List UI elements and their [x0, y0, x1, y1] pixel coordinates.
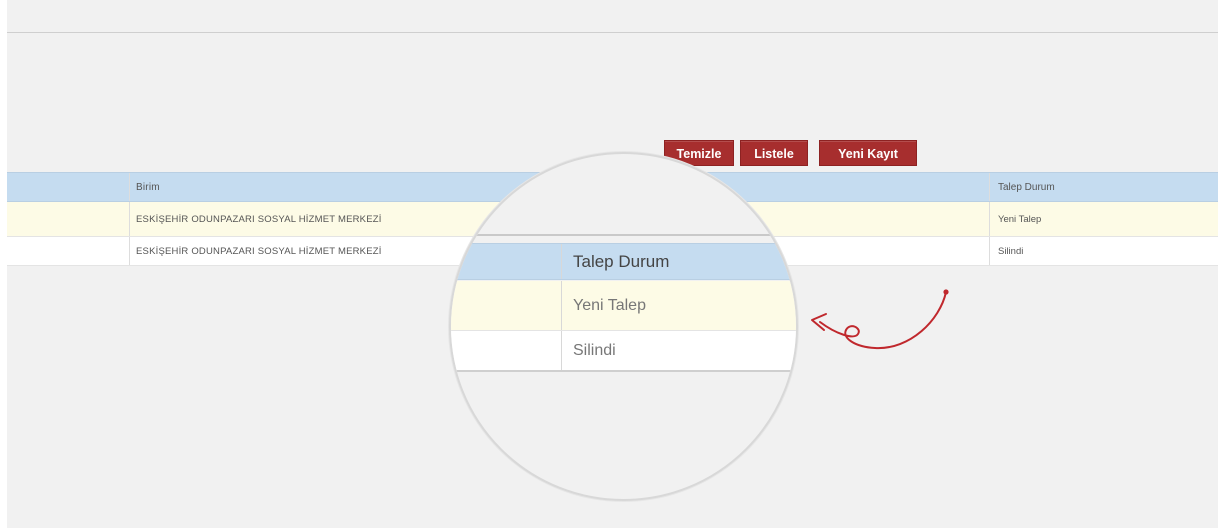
zoom-left-cell: [451, 244, 562, 279]
zoom-value-silindi: Silindi: [573, 341, 616, 359]
zoom-header-row: Talep Durum: [451, 243, 796, 280]
column-header-talep-durum[interactable]: Talep Durum: [990, 173, 1218, 201]
zoom-row: Yeni Talep: [451, 281, 796, 331]
row-cell-blank: [7, 202, 130, 236]
zoom-divider: [451, 234, 796, 236]
new-record-button[interactable]: Yeni Kayıt: [819, 140, 917, 166]
zoom-header-label: Talep Durum: [573, 251, 670, 271]
row-cell-blank: [7, 237, 130, 265]
row-durum: Yeni Talep: [998, 213, 1042, 225]
zoom-row: Silindi: [451, 331, 796, 372]
row-durum: Silindi: [998, 245, 1024, 257]
left-edge: [0, 0, 7, 528]
zoom-value-yeni-talep: Yeni Talep: [573, 296, 646, 314]
zoom-magnifier: Talep Durum Yeni Talep Silindi: [449, 152, 798, 501]
header-cell-blank: [7, 173, 130, 201]
annotation-arrow-icon: [811, 289, 949, 350]
zoom-left-cell: [451, 331, 562, 370]
top-divider: [7, 32, 1218, 33]
list-button[interactable]: Listele: [740, 140, 808, 166]
zoom-left-cell: [451, 281, 562, 330]
